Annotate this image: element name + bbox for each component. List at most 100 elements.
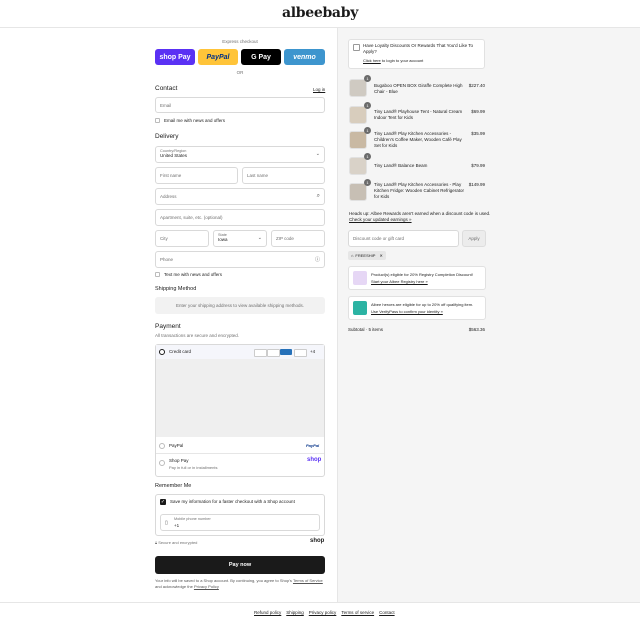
shop-pay-sub: Pay in full or in installments — [169, 465, 218, 470]
chevron-down-icon: ⌄ — [315, 151, 320, 157]
loyalty-title: Have Loyalty Discounts Or Rewards That Y… — [363, 43, 474, 54]
save-info-label: Save my information for a faster checkou… — [170, 499, 295, 504]
city-placeholder: City — [160, 236, 168, 241]
item-qty-badge: 1 — [364, 102, 371, 109]
discount-tag: ⌂ FREESHIP ✕ — [348, 251, 386, 260]
store-logo[interactable]: albeebaby — [0, 5, 640, 21]
secure-label: Secure and encrypted — [158, 540, 198, 545]
item-name: Tiny Land® Playhouse Tent - Natural Crea… — [374, 109, 463, 120]
paypal-button[interactable]: PayPal — [198, 49, 238, 65]
item-price: $227.40 — [468, 83, 485, 88]
item-thumbnail — [349, 183, 367, 201]
discount-field[interactable]: Discount code or gift card — [348, 230, 459, 247]
state-select[interactable]: State Iowa ⌄ — [213, 230, 267, 247]
privacy-link[interactable]: Privacy Policy — [194, 584, 219, 589]
loyalty-link[interactable]: Click here — [363, 58, 381, 63]
venmo-label: venmo — [293, 53, 316, 61]
privacy-policy-link[interactable]: Privacy policy — [309, 610, 337, 615]
visa-icon — [254, 349, 267, 357]
heroes-box: Albee heroes are eligible for up to 20% … — [348, 296, 486, 320]
terms-link[interactable]: Terms of Service — [293, 578, 323, 583]
pay-now-label: Pay now — [228, 562, 252, 568]
shop-pay-radio[interactable] — [159, 460, 165, 466]
heroes-link[interactable]: Use VerifyPass to confirm your identity … — [371, 309, 443, 314]
text-checkbox[interactable] — [155, 272, 160, 277]
disclaimer: Your info will be saved to a Shop accoun… — [155, 578, 327, 590]
last-name-placeholder: Last name — [247, 173, 269, 178]
save-info-checkbox[interactable]: ✓ — [160, 499, 166, 505]
loyalty-box: Have Loyalty Discounts Or Rewards That Y… — [348, 39, 485, 69]
terms-of-service-link[interactable]: Terms of service — [341, 610, 374, 615]
amex-icon — [280, 349, 292, 355]
credit-card-label: Credit card — [169, 349, 192, 354]
phone-field[interactable]: Phone ⓘ — [155, 251, 325, 268]
close-icon[interactable]: ✕ — [379, 253, 382, 258]
item-name: Tiny Land® Play Kitchen Accessories - Pl… — [374, 182, 464, 199]
google-pay-button[interactable]: G Pay — [241, 49, 281, 65]
pay-now-button[interactable]: Pay now — [155, 556, 325, 574]
item-name: Bugaboo OPEN BOX Giraffe Complete High C… — [374, 83, 463, 94]
item-qty-badge: 1 — [364, 75, 371, 82]
contact-link[interactable]: Contact — [379, 610, 395, 615]
contact-title: Contact — [155, 85, 178, 92]
shop-pay-option-label[interactable]: Shop Pay — [169, 458, 189, 463]
country-select[interactable]: Country/Region United States ⌄ — [155, 146, 325, 163]
apply-button[interactable]: Apply — [462, 230, 486, 247]
item-thumbnail — [349, 157, 367, 175]
email-field[interactable]: Email — [155, 97, 325, 113]
delivery-title: Delivery — [155, 133, 179, 140]
shop-pay-label: shop Pay — [159, 53, 191, 61]
zip-field[interactable]: ZIP code — [271, 230, 325, 247]
login-link[interactable]: Log in — [313, 87, 325, 92]
item-price: $149.99 — [468, 182, 485, 187]
google-pay-label: G Pay — [251, 53, 271, 61]
heroes-text: Albee heroes are eligible for up to 20% … — [371, 302, 474, 307]
first-name-field[interactable]: First name — [155, 167, 238, 184]
shipping-note: Enter your shipping address to view avai… — [155, 297, 325, 314]
tag-icon: ⌂ — [351, 253, 354, 258]
item-qty-badge: 1 — [364, 179, 371, 186]
venmo-button[interactable]: venmo — [284, 49, 325, 65]
address-field[interactable]: Address ⌕ — [155, 188, 325, 205]
paypal-radio[interactable] — [159, 443, 165, 449]
help-icon[interactable]: ⓘ — [315, 256, 320, 263]
last-name-field[interactable]: Last name — [242, 167, 325, 184]
news-checkbox[interactable] — [155, 118, 160, 123]
discount-tag-label: FREESHIP — [355, 253, 376, 258]
zip-placeholder: ZIP code — [276, 236, 294, 241]
apartment-field[interactable]: Apartment, suite, etc. (optional) — [155, 209, 325, 226]
refund-policy-link[interactable]: Refund policy — [254, 610, 281, 615]
mobile-phone-field[interactable]: ▯ Mobile phone number +1 — [160, 514, 320, 531]
apartment-placeholder: Apartment, suite, etc. (optional) — [160, 215, 223, 220]
credit-card-radio[interactable] — [159, 349, 165, 355]
paypal-label: PayPal — [206, 53, 230, 61]
shop-pay-button[interactable]: shop Pay — [155, 49, 195, 65]
more-cards-label: +4 — [310, 349, 316, 354]
secure-note: 🔒︎ Secure and encrypted — [155, 540, 197, 545]
shield-icon — [353, 301, 367, 315]
rewards-link[interactable]: Check your updated earnings » — [349, 217, 412, 222]
subtotal-value: $563.36 — [468, 327, 485, 332]
paypal-logo: PayPal — [306, 443, 320, 448]
discover-icon — [294, 349, 307, 357]
chevron-down-icon: ⌄ — [257, 235, 262, 241]
city-field[interactable]: City — [155, 230, 209, 247]
item-thumbnail — [349, 131, 367, 149]
item-thumbnail — [349, 106, 367, 124]
lock-icon: 🔒︎ — [155, 540, 158, 545]
email-placeholder: Email — [160, 102, 172, 108]
phone-placeholder: Phone — [160, 257, 174, 262]
first-name-placeholder: First name — [160, 173, 182, 178]
shop-logo: shop — [307, 457, 322, 463]
footer-links: Refund policy Shipping Privacy policy Te… — [254, 610, 395, 615]
paypal-option-label[interactable]: PayPal — [169, 443, 183, 448]
payment-subtitle: All transactions are secure and encrypte… — [155, 333, 240, 338]
registry-text: Product(s) eligible for 20% Registry Com… — [371, 272, 473, 277]
registry-link[interactable]: Start your Albee Registry here » — [371, 279, 428, 284]
shipping-link[interactable]: Shipping — [286, 610, 304, 615]
disclaimer-and: and acknowledge the — [155, 584, 193, 589]
gift-icon — [353, 44, 360, 51]
subtotal-label: Subtotal · 5 items — [348, 327, 384, 332]
mobile-label: Mobile phone number — [174, 517, 211, 521]
item-name: Tiny Land® Balance Beam — [374, 163, 428, 168]
